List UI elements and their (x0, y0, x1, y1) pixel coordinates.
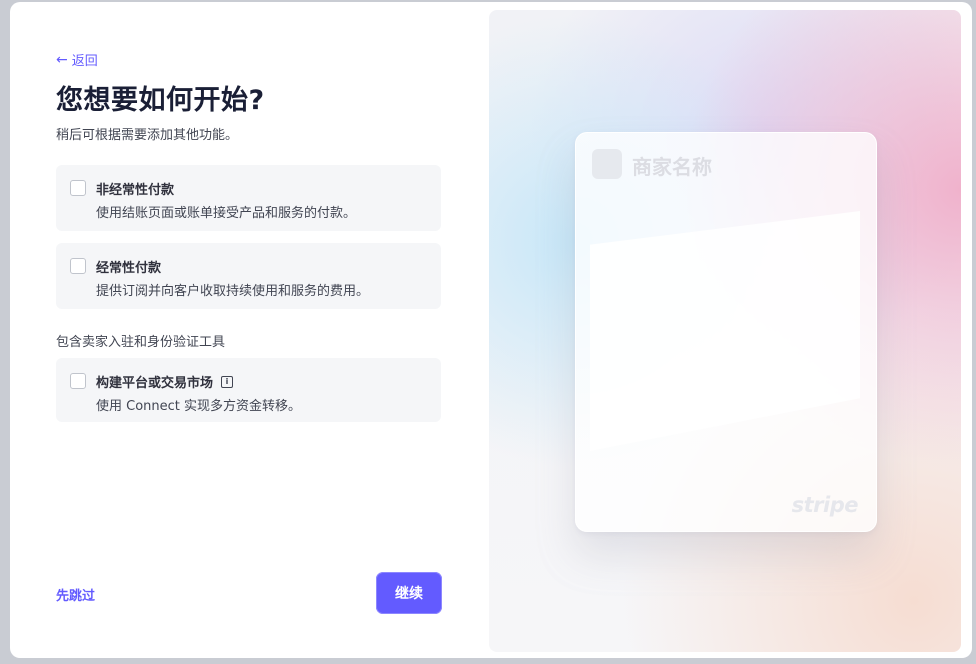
option-recurring-payments[interactable]: 经常性付款 提供订阅并向客户收取持续使用和服务的费用。 (56, 243, 441, 309)
back-link[interactable]: ← 返回 (56, 50, 98, 70)
section-label: 包含卖家入驻和身份验证工具 (56, 335, 226, 350)
arrow-left-icon: ← (56, 51, 68, 68)
page-subtitle: 稍后可根据需要添加其他功能。 (56, 128, 239, 143)
info-icon[interactable]: i (221, 375, 234, 388)
platform-marketplace-checkbox[interactable] (70, 373, 86, 389)
recurring-payments-checkbox[interactable] (70, 258, 86, 274)
checkout-preview-card: 商家名称 stripe (575, 132, 877, 532)
skip-link[interactable]: 先跳过 (56, 585, 95, 604)
stripe-logo: stripe (791, 493, 859, 517)
form-pane: ← 返回 您想要如何开始? 稍后可根据需要添加其他功能。 非经常性付款 使用结账… (10, 2, 480, 658)
option-title: 非经常性付款 (96, 183, 175, 198)
option-platform-marketplace[interactable]: 构建平台或交易市场 i 使用 Connect 实现多方资金转移。 (56, 358, 441, 422)
onboarding-window: ← 返回 您想要如何开始? 稍后可根据需要添加其他功能。 非经常性付款 使用结账… (10, 2, 972, 658)
merchant-name: 商家名称 (632, 155, 712, 179)
preview-pane: 商家名称 stripe (489, 10, 961, 652)
option-title-row: 构建平台或交易市场 i (96, 372, 234, 391)
continue-button[interactable]: 继续 (376, 572, 442, 614)
option-title: 经常性付款 (96, 261, 162, 276)
page-title: 您想要如何开始? (56, 85, 265, 116)
option-description: 使用 Connect 实现多方资金转移。 (96, 399, 302, 414)
one-time-payments-checkbox[interactable] (70, 180, 86, 196)
option-title: 构建平台或交易市场 (96, 376, 214, 391)
option-one-time-payments[interactable]: 非经常性付款 使用结账页面或账单接受产品和服务的付款。 (56, 165, 441, 231)
back-label: 返回 (71, 54, 98, 69)
merchant-logo-placeholder (592, 149, 622, 179)
option-description: 使用结账页面或账单接受产品和服务的付款。 (96, 206, 357, 221)
option-description: 提供订阅并向客户收取持续使用和服务的费用。 (96, 284, 370, 299)
preview-panel (590, 211, 860, 451)
